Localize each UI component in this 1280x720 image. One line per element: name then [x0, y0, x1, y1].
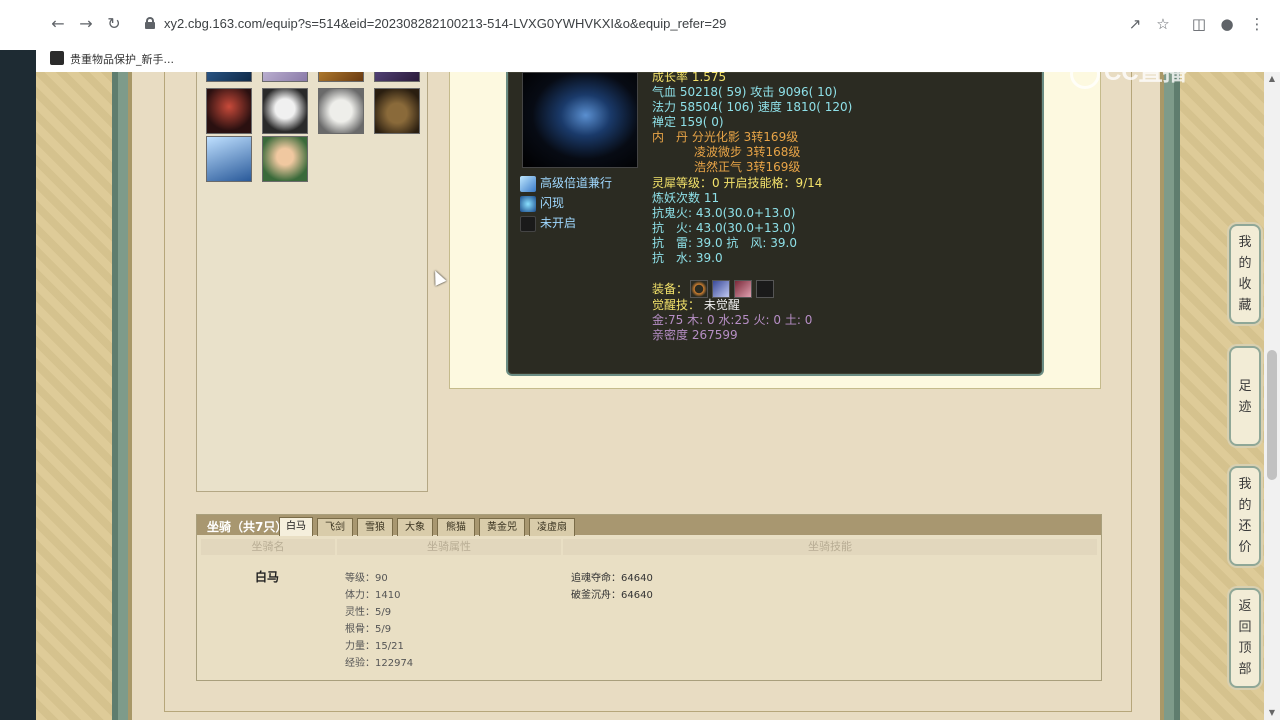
locked-skill-icon	[520, 215, 536, 232]
skill-item[interactable]: 未开启	[520, 214, 576, 232]
page-scrollbar[interactable]: ▲ ▼	[1264, 72, 1280, 720]
pet-portrait	[522, 72, 638, 168]
mount-tab[interactable]: 大象	[397, 518, 433, 536]
elements-row: 金:75 木: 0 水:25 火: 0 土: 0	[652, 313, 813, 327]
awaken-row: 觉醒技： 未觉醒	[652, 298, 740, 312]
pet-list-panel	[196, 72, 428, 492]
refine-count: 炼妖次数 11	[652, 191, 720, 205]
bookmark-favicon-icon	[50, 51, 64, 65]
pet-avatar[interactable]	[318, 72, 364, 82]
equip-armor-icon[interactable]	[712, 280, 730, 298]
share-icon[interactable]: ↗	[1126, 15, 1144, 33]
inner-core-row: 凌波微步 3转168级	[694, 145, 801, 159]
equip-amulet-icon[interactable]	[734, 280, 752, 298]
mount-attr: 灵性：5/9	[345, 607, 392, 618]
my-bargain-button[interactable]: 我的还价	[1229, 466, 1261, 566]
mount-tab[interactable]: 飞剑	[317, 518, 353, 536]
mount-tab[interactable]: 白马	[279, 517, 313, 536]
calm-stat: 禅定 159( 0)	[652, 115, 724, 129]
equip-label: 装备：	[652, 282, 689, 296]
scroll-down-icon[interactable]: ▼	[1267, 708, 1277, 718]
mount-tab[interactable]: 雪狼	[357, 518, 393, 536]
forward-icon[interactable]: →	[76, 14, 96, 34]
reload-icon[interactable]: ↻	[104, 14, 124, 34]
cc-logo-icon	[1070, 58, 1100, 89]
pet-avatar[interactable]	[206, 72, 252, 82]
hp-attack-row: 气血 50218( 59) 攻击 9096( 10)	[652, 85, 838, 99]
mana-speed-row: 法力 58504( 106) 速度 1810( 120)	[652, 100, 853, 114]
inner-core-row: 浩然正气 3转169级	[694, 160, 801, 174]
mount-attr: 经验：122974	[345, 658, 414, 669]
star-icon[interactable]: ☆	[1154, 15, 1172, 33]
pet-avatar[interactable]	[262, 88, 308, 134]
spirit-level: 灵犀等级：0 开启技能格：9/14	[652, 176, 823, 190]
mount-skill: 破釜沉舟：64640	[571, 590, 653, 601]
inner-core-row: 内 丹 分光化影 3转169级	[652, 130, 799, 144]
skill-icon	[520, 195, 536, 212]
lock-icon[interactable]	[145, 17, 155, 29]
skill-icon	[520, 175, 536, 192]
left-dark-strip	[0, 0, 36, 720]
back-to-top-button[interactable]: 返回顶部	[1229, 588, 1261, 688]
resist-fire: 抗 火: 43.0(30.0+13.0)	[652, 221, 796, 235]
pet-avatar[interactable]	[318, 88, 364, 134]
browser-toolbar: ← → ↻ xy2.cbg.163.com/equip?s=514&eid=20…	[0, 0, 1280, 50]
skill-item[interactable]: 高级倍道兼行	[520, 174, 612, 192]
mount-section: 坐骑（共7只） 白马 飞剑 雪狼 大象 熊猫 黄金兕 凌虚扇 坐骑名 坐骑属性 …	[196, 514, 1102, 681]
back-icon[interactable]: ←	[48, 14, 68, 34]
growth-rate: 成长率 1.575	[652, 72, 727, 84]
equip-ring-icon[interactable]	[690, 280, 708, 298]
sidepanel-icon[interactable]: ◫	[1190, 15, 1208, 33]
col-header-name: 坐骑名	[201, 539, 335, 555]
scroll-thumb[interactable]	[1267, 350, 1277, 480]
col-header-skill: 坐骑技能	[563, 539, 1097, 555]
pet-avatar[interactable]	[262, 136, 308, 182]
mount-attr: 力量：15/21	[345, 641, 404, 652]
skill-item[interactable]: 闪现	[520, 194, 564, 212]
footprint-button[interactable]: 足迹	[1229, 346, 1261, 446]
pet-avatar[interactable]	[206, 136, 252, 182]
page: 高级倍道兼行 闪现 未开启 成长率 1.575 气血 50218( 59) 攻击…	[36, 72, 1280, 720]
mount-attr: 根骨：5/9	[345, 624, 392, 635]
resist-ghost-fire: 抗鬼火: 43.0(30.0+13.0)	[652, 206, 796, 220]
my-favorites-button[interactable]: 我的收藏	[1229, 224, 1261, 324]
scroll-up-icon[interactable]: ▲	[1267, 74, 1277, 84]
pet-avatar[interactable]	[374, 88, 420, 134]
pet-avatar[interactable]	[374, 72, 420, 82]
col-header-attr: 坐骑属性	[337, 539, 561, 555]
mount-title: 坐骑（共7只）	[207, 520, 288, 534]
menu-icon[interactable]: ⋮	[1248, 15, 1266, 33]
pet-info-box: 高级倍道兼行 闪现 未开启 成长率 1.575 气血 50218( 59) 攻击…	[506, 72, 1044, 376]
intimacy-row: 亲密度 267599	[652, 328, 738, 342]
mount-name: 白马	[255, 570, 280, 584]
resist-water: 抗 水: 39.0	[652, 251, 723, 265]
url-text[interactable]: xy2.cbg.163.com/equip?s=514&eid=20230828…	[164, 16, 726, 31]
mount-attr: 体力：1410	[345, 590, 401, 601]
profile-icon[interactable]: ●	[1218, 15, 1236, 33]
mount-tab[interactable]: 黄金兕	[479, 518, 525, 536]
bookmark-item[interactable]: 贵重物品保护_新手...	[70, 51, 174, 67]
pet-avatar[interactable]	[206, 88, 252, 134]
resist-thunder-wind: 抗 雷: 39.0 抗 风: 39.0	[652, 236, 797, 250]
equip-empty-slot[interactable]	[756, 280, 774, 298]
mount-attr: 等级：90	[345, 573, 388, 584]
cc-live-watermark: CC直播	[1070, 52, 1187, 89]
mount-tab[interactable]: 熊猫	[437, 518, 475, 536]
pet-avatar[interactable]	[262, 72, 308, 82]
mount-skill: 追魂夺命：64640	[571, 573, 653, 584]
mount-tab[interactable]: 凌虚扇	[529, 518, 575, 536]
